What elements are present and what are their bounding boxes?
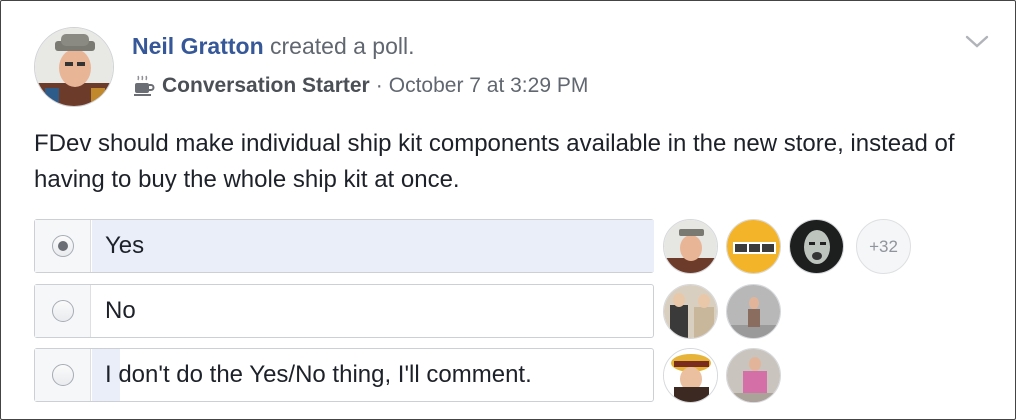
radio-cell [35, 349, 91, 401]
poll-option-label: I don't do the Yes/No thing, I'll commen… [105, 361, 532, 388]
post-timestamp[interactable]: October 7 at 3:29 PM [389, 74, 589, 98]
poll-option-comment[interactable]: I don't do the Yes/No thing, I'll commen… [34, 348, 654, 402]
poll-option-label: Yes [105, 232, 145, 259]
vote-bar [92, 220, 654, 272]
voter-avatar[interactable] [726, 284, 781, 339]
chevron-down-icon[interactable] [963, 31, 991, 51]
radio-button-selected[interactable] [51, 235, 74, 257]
post-meta: Conversation Starter · October 7 at 3:29… [132, 73, 588, 99]
coffee-cup-icon [132, 74, 156, 98]
poll-option-label: No [105, 297, 136, 324]
voters-yes: +32 [663, 219, 911, 274]
poll-post-card: Neil Gratton created a poll. Conversatio… [0, 0, 1016, 420]
author-avatar[interactable] [34, 27, 114, 107]
voter-avatar[interactable] [663, 284, 718, 339]
radio-cell [35, 285, 91, 337]
post-body-text: FDev should make individual ship kit com… [34, 130, 955, 193]
meta-separator: · [375, 74, 383, 97]
voter-avatar[interactable] [726, 348, 781, 403]
poll-option-no[interactable]: No [34, 284, 654, 338]
poll-option-yes[interactable]: Yes [34, 219, 654, 273]
radio-cell [35, 220, 91, 272]
voter-avatar[interactable] [789, 219, 844, 274]
voter-avatar[interactable] [726, 219, 781, 274]
voters-comment [663, 348, 781, 403]
voter-avatar[interactable] [663, 219, 718, 274]
radio-button[interactable] [51, 364, 74, 386]
post-action-text: created a poll. [270, 33, 415, 59]
author-line: Neil Gratton created a poll. [132, 32, 415, 60]
more-voters-count[interactable]: +32 [856, 219, 911, 274]
author-name-link[interactable]: Neil Gratton [132, 33, 264, 59]
voters-no [663, 284, 781, 339]
radio-button[interactable] [51, 300, 74, 322]
conversation-starter-badge[interactable]: Conversation Starter [162, 74, 370, 98]
voter-avatar[interactable] [663, 348, 718, 403]
